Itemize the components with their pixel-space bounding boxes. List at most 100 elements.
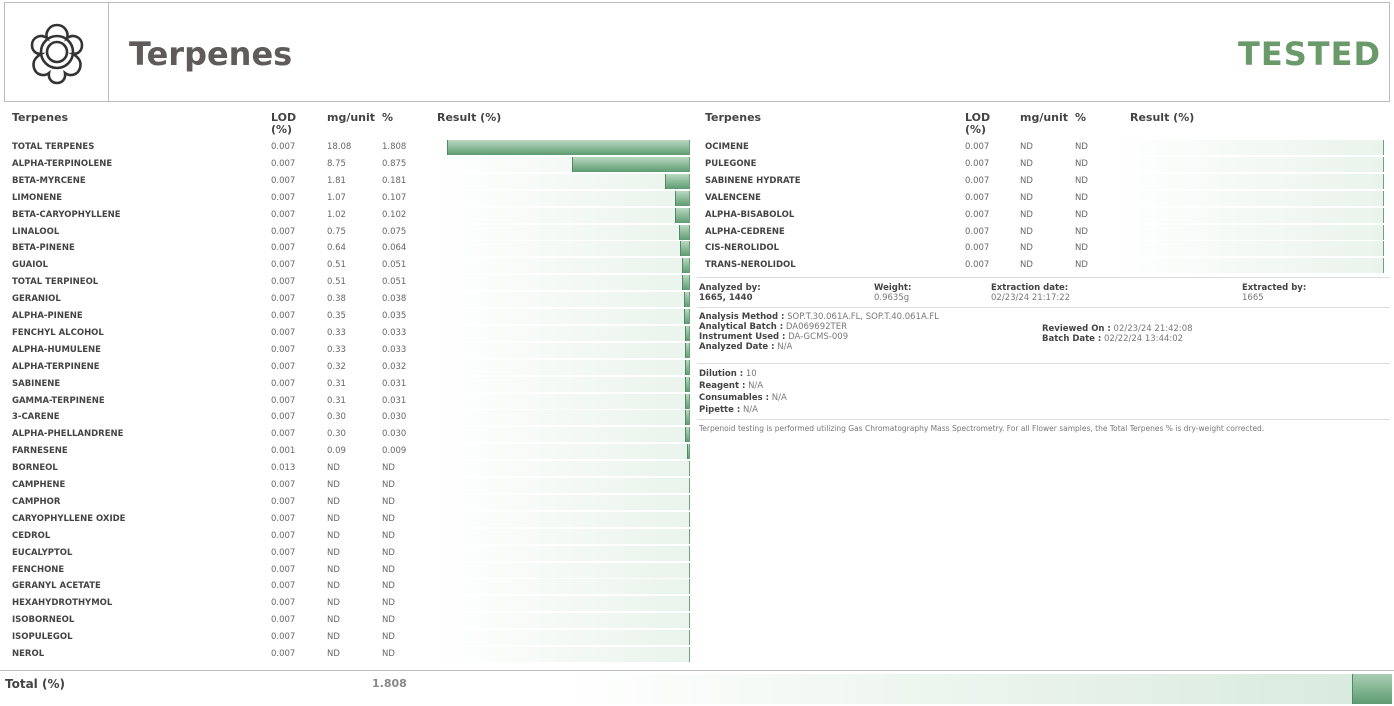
table-row: ALPHA-BISABOLOL 0.007 ND ND (0, 207, 1394, 224)
cell-mg: 0.51 (327, 277, 346, 288)
table-row: HEXAHYDROTHYMOL 0.007 ND ND (0, 595, 1394, 612)
analytical-batch: Analytical Batch : DA069692TER (699, 322, 848, 332)
total-bar (560, 674, 1392, 704)
cell-mg: ND (327, 530, 340, 541)
cell-name: ALPHA-PINENE (12, 311, 83, 321)
result-bar (437, 461, 690, 477)
reagent: Reagent : N/A (699, 381, 764, 391)
cell-name: CEDROL (12, 530, 51, 541)
cell-lod: 0.007 (271, 294, 296, 305)
result-bar (437, 359, 690, 375)
cell-pct: ND (1075, 243, 1088, 254)
cell-mg: ND (327, 564, 340, 575)
cell-pct: ND (382, 513, 395, 524)
cell-pct: ND (382, 496, 395, 507)
cell-mg: ND (1020, 260, 1033, 271)
cell-pct: 0.033 (382, 327, 407, 338)
cell-name: CAMPHENE (12, 480, 66, 490)
review-details: Reviewed On : 02/23/24 21:42:08 Batch Da… (1042, 324, 1193, 344)
cell-name: ISOPULEGOL (12, 632, 73, 643)
cell-pct: 0.031 (382, 378, 407, 389)
col-header-terpenes: Terpenes (12, 111, 69, 124)
table-row: VALENCENE 0.007 ND ND (0, 190, 1394, 207)
result-bar (437, 410, 690, 426)
cell-mg: 0.30 (327, 429, 346, 440)
table-row: GAMMA-TERPINENE 0.007 0.31 0.031 (0, 393, 1394, 410)
result-bar (1110, 258, 1384, 274)
result-bar (437, 630, 690, 646)
table-row: ALPHA-CEDRENE 0.007 ND ND (0, 224, 1394, 241)
cell-mg: ND (1020, 209, 1033, 220)
cell-pct: ND (382, 547, 395, 558)
cell-name: VALENCENE (705, 192, 761, 203)
total-divider (0, 670, 1394, 671)
cell-mg: ND (327, 581, 340, 592)
table-row: ISOPULEGOL 0.007 ND ND (0, 629, 1394, 646)
cell-mg: ND (1020, 243, 1033, 254)
cell-lod: 0.007 (271, 513, 296, 524)
cell-mg: ND (327, 463, 340, 474)
cell-lod: 0.007 (271, 412, 296, 423)
reviewed-on: Reviewed On : 02/23/24 21:42:08 (1042, 324, 1193, 334)
cell-lod: 0.007 (965, 158, 990, 169)
cell-lod: 0.007 (271, 581, 296, 592)
result-bar (437, 579, 690, 595)
cell-mg: 0.09 (327, 446, 346, 457)
result-bar (437, 376, 690, 392)
result-bar-fill (683, 292, 689, 308)
cell-pct: 0.032 (382, 361, 407, 372)
cell-pct: ND (382, 581, 395, 592)
cell-mg: 0.30 (327, 412, 346, 423)
col-header-result-right: Result (%) (1130, 111, 1195, 124)
cell-pct: ND (1075, 226, 1088, 237)
cell-mg: 0.31 (327, 378, 346, 389)
col-header-result: Result (%) (437, 111, 502, 124)
cell-name: PULEGONE (705, 158, 757, 169)
cell-lod: 0.007 (271, 615, 296, 626)
table-row: PULEGONE 0.007 ND ND (0, 156, 1394, 173)
cell-name: ALPHA-HUMULENE (12, 344, 101, 355)
table-row: FENCHONE 0.007 ND ND (0, 562, 1394, 579)
result-bar (1110, 207, 1384, 223)
cell-mg: ND (327, 632, 340, 643)
table-row: ALPHA-PINENE 0.007 0.35 0.035 (0, 308, 1394, 325)
col-header-pct: % (382, 111, 394, 124)
cell-lod: 0.007 (271, 547, 296, 558)
result-bar-fill (682, 275, 689, 291)
result-bar (437, 528, 690, 544)
result-bar (437, 647, 690, 662)
table-row: GERANYL ACETATE 0.007 ND ND (0, 578, 1394, 595)
cell-name: HEXAHYDROTHYMOL (12, 598, 113, 609)
result-bar (437, 342, 690, 358)
cell-mg: ND (327, 513, 340, 524)
result-bar (437, 444, 690, 460)
table-row: CAMPHOR 0.007 ND ND (0, 494, 1394, 511)
cell-mg: ND (327, 598, 340, 609)
result-bar (437, 596, 690, 612)
col-header-mg: mg/unit (327, 111, 376, 124)
tested-status: TESTED (1238, 35, 1381, 73)
cell-lod: 0.007 (271, 530, 296, 541)
table-row: CARYOPHYLLENE OXIDE 0.007 ND ND (0, 511, 1394, 528)
dilution: Dilution : 10 (699, 369, 757, 379)
cell-name: ALPHA-CEDRENE (705, 226, 785, 237)
cell-name: NEROL (12, 649, 45, 659)
cell-pct: ND (382, 463, 395, 474)
cell-lod: 0.007 (271, 480, 296, 490)
cell-name: ALPHA-PHELLANDRENE (12, 429, 124, 440)
table-row: NEROL 0.007 ND ND (0, 646, 1394, 663)
cell-name: OCIMENE (705, 142, 749, 152)
cell-pct: 0.038 (382, 294, 407, 305)
cell-name: CIS-NEROLIDOL (705, 243, 780, 254)
cell-lod: 0.007 (271, 361, 296, 372)
cell-mg: 0.32 (327, 361, 346, 372)
cell-lod: 0.007 (271, 395, 296, 406)
cell-pct: ND (382, 564, 395, 575)
cell-lod: 0.007 (271, 327, 296, 338)
result-bar (437, 393, 690, 409)
batch-date: Batch Date : 02/22/24 13:44:02 (1042, 334, 1184, 344)
terpene-flower-icon (30, 23, 83, 85)
result-bar-fill (687, 444, 689, 460)
consumables: Consumables : N/A (699, 393, 787, 403)
analysis-details: Analysis Method : SOP.T.30.061A.FL, SOP.… (699, 312, 939, 352)
